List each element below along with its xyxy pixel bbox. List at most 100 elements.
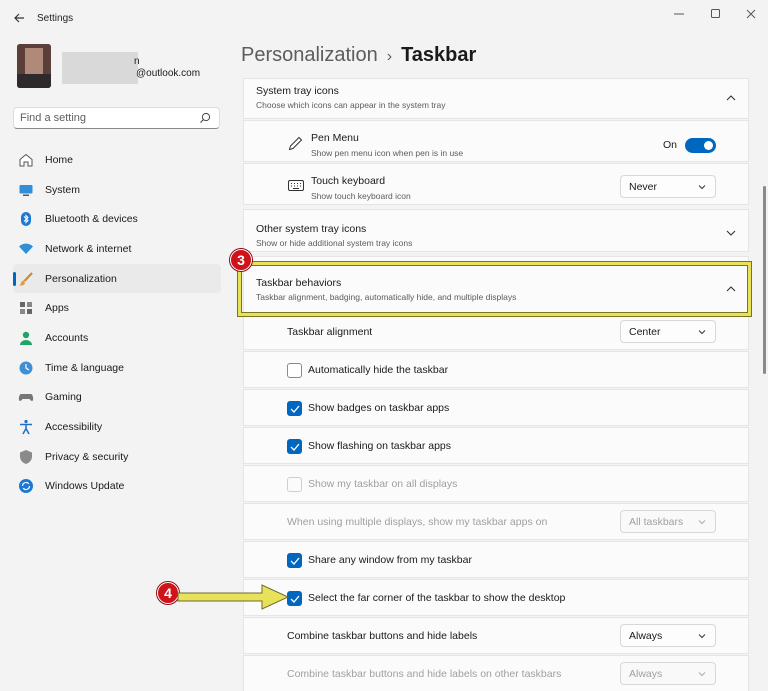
sidebar-item-privacy[interactable]: Privacy & security [13, 442, 221, 472]
page-title: Taskbar [401, 44, 477, 66]
card-description: Choose which icons can appear in the sys… [256, 100, 446, 110]
combine-other-row: Combine taskbar buttons and hide labels … [243, 655, 749, 691]
sidebar-item-gaming[interactable]: Gaming [13, 383, 221, 413]
sidebar-item-label: Gaming [45, 391, 82, 404]
system-icon [18, 182, 34, 198]
scrollbar[interactable] [763, 186, 766, 374]
sidebar-item-label: Windows Update [45, 480, 125, 493]
title-bar: Settings [0, 0, 768, 38]
taskbar-alignment-dropdown[interactable]: Center [620, 320, 716, 343]
auto-hide-checkbox[interactable] [287, 363, 302, 378]
dropdown-value: Always [629, 667, 663, 680]
chevron-up-icon[interactable] [726, 94, 736, 102]
profile-name: n [134, 56, 140, 67]
share-window-row: Share any window from my taskbar [243, 541, 749, 578]
system-tray-icons-header[interactable]: System tray icons Choose which icons can… [243, 78, 749, 119]
accessibility-icon [18, 419, 34, 435]
all-displays-checkbox [287, 477, 302, 492]
chevron-down-icon [698, 634, 706, 639]
search-box[interactable] [13, 107, 220, 129]
dropdown-value: Center [629, 325, 661, 338]
combine-other-dropdown: Always [620, 662, 716, 685]
breadcrumb-separator: › [386, 48, 393, 65]
touch-keyboard-dropdown[interactable]: Never [620, 175, 716, 198]
sidebar-item-label: Accessibility [45, 421, 103, 434]
other-system-tray-icons-header[interactable]: Other system tray icons Show or hide add… [243, 209, 749, 252]
row-description: Show pen menu icon when pen is in use [311, 148, 464, 158]
checkmark-icon [290, 557, 299, 565]
bluetooth-icon [18, 211, 34, 227]
breadcrumb: Personalization › Taskbar [241, 44, 476, 67]
share-window-checkbox[interactable] [287, 553, 302, 568]
redacted-name [62, 52, 138, 84]
toggle-state-label: On [662, 139, 677, 151]
far-corner-row: Select the far corner of the taskbar to … [243, 579, 749, 616]
combine-buttons-dropdown[interactable]: Always [620, 624, 716, 647]
home-icon [18, 152, 34, 168]
row-label: Combine taskbar buttons and hide labels … [287, 668, 562, 680]
wifi-icon [18, 241, 34, 257]
sidebar-item-label: Home [45, 153, 74, 166]
row-label: Show flashing on taskbar apps [308, 440, 452, 452]
arrow-annotation-icon [177, 584, 290, 610]
sidebar-item-bluetooth[interactable]: Bluetooth & devices [13, 204, 221, 234]
sidebar-item-personalization[interactable]: Personalization [13, 263, 221, 294]
step-marker-3: 3 [230, 249, 252, 271]
row-label: Taskbar alignment [287, 326, 373, 338]
chevron-down-icon [698, 520, 706, 525]
row-label: Combine taskbar buttons and hide labels [287, 630, 478, 642]
row-label: When using multiple displays, show my ta… [287, 516, 548, 528]
close-icon[interactable] [742, 6, 760, 22]
sidebar-item-label: Network & internet [45, 242, 132, 255]
keyboard-icon [288, 180, 304, 191]
checkmark-icon [290, 405, 299, 413]
clock-globe-icon [18, 360, 34, 376]
sidebar-item-system[interactable]: System [13, 175, 221, 205]
sidebar-item-accounts[interactable]: Accounts [13, 323, 221, 353]
dropdown-value: Always [629, 629, 663, 642]
sidebar-item-label: Personalization [45, 272, 117, 285]
sidebar-item-apps[interactable]: Apps [13, 293, 221, 323]
row-title: Touch keyboard [311, 175, 386, 187]
row-label: Share any window from my taskbar [308, 554, 472, 566]
sidebar-item-label: Privacy & security [45, 450, 129, 463]
sidebar-item-network[interactable]: Network & internet [13, 234, 221, 264]
sidebar: Home System Bluetooth & devices Network … [13, 145, 221, 501]
card-title: Other system tray icons [256, 223, 367, 235]
row-label: Automatically hide the taskbar [308, 364, 449, 376]
app-title: Settings [37, 13, 74, 24]
sidebar-item-label: Bluetooth & devices [45, 213, 138, 226]
sidebar-item-accessibility[interactable]: Accessibility [13, 412, 221, 442]
multi-display-dropdown: All taskbars [620, 510, 716, 533]
sidebar-item-label: System [45, 183, 81, 196]
sidebar-item-label: Accounts [45, 331, 89, 344]
maximize-icon[interactable] [707, 6, 725, 22]
dropdown-value: All taskbars [629, 515, 684, 528]
sidebar-item-windows-update[interactable]: Windows Update [13, 472, 221, 502]
search-input[interactable] [20, 111, 190, 125]
minimize-icon[interactable] [670, 6, 688, 22]
search-icon[interactable] [199, 112, 211, 124]
card-description: Show or hide additional system tray icon… [256, 238, 413, 248]
auto-hide-row: Automatically hide the taskbar [243, 351, 749, 388]
account-icon [18, 330, 34, 346]
chevron-down-icon [698, 672, 706, 677]
sidebar-item-time-language[interactable]: Time & language [13, 353, 221, 383]
taskbar-alignment-row: Taskbar alignment Center [243, 313, 749, 350]
flashing-checkbox[interactable] [287, 439, 302, 454]
gamepad-icon [18, 389, 34, 405]
back-arrow-icon[interactable] [13, 12, 25, 24]
sidebar-item-home[interactable]: Home [13, 145, 221, 175]
pen-icon [288, 136, 303, 151]
profile-email: @outlook.com [136, 68, 201, 79]
brush-icon [18, 271, 34, 287]
touch-keyboard-row: Touch keyboard Show touch keyboard icon … [243, 163, 749, 205]
chevron-down-icon[interactable] [726, 229, 736, 237]
flashing-row: Show flashing on taskbar apps [243, 427, 749, 464]
badges-checkbox[interactable] [287, 401, 302, 416]
highlight-box [238, 262, 751, 316]
row-title: Pen Menu [311, 132, 359, 144]
pen-menu-toggle[interactable] [685, 138, 716, 153]
avatar[interactable] [17, 44, 51, 88]
breadcrumb-parent[interactable]: Personalization [241, 44, 378, 66]
